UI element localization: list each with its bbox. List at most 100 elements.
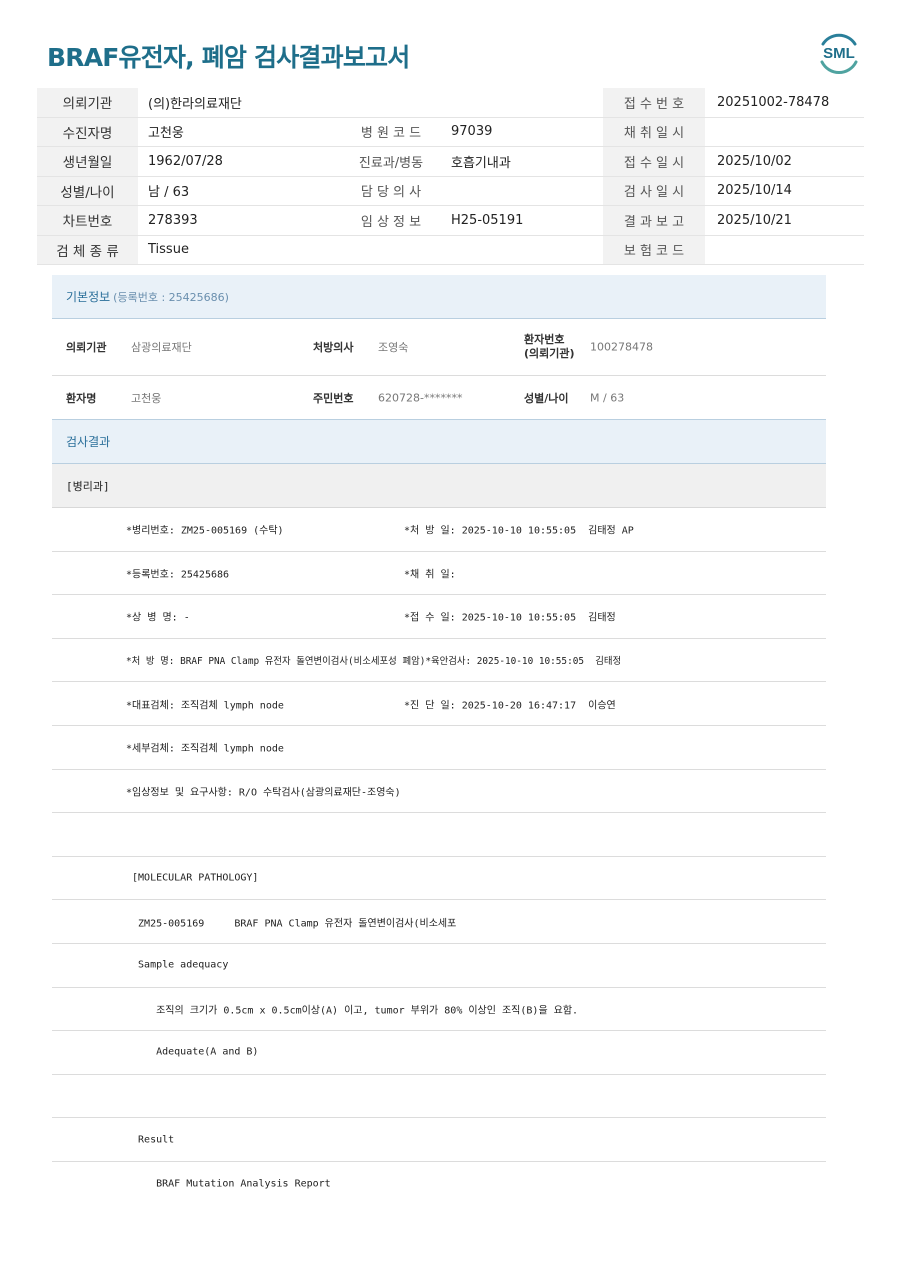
result-text: *세부검체: 조직검체 lymph node xyxy=(126,743,284,755)
header-label: 채 취 일 시 xyxy=(603,117,705,146)
results-header: 검사결과 xyxy=(52,420,826,464)
result-text-right: *접 수 일: 2025-10-10 10:55:05 김태정 xyxy=(404,612,616,624)
header-value xyxy=(441,88,603,117)
institution-label: 의뢰기관 xyxy=(66,341,107,354)
header-row: 생년월일 1962/07/28 진료과/병동 호흡기내과 접 수 일 시 202… xyxy=(37,147,864,177)
header-label: 성별/나이 xyxy=(37,176,138,205)
header-value: 2025/10/21 xyxy=(717,212,792,228)
sml-logo-mark: SML xyxy=(820,33,858,75)
result-text: *병리번호: ZM25-005169 (수탁) xyxy=(126,525,284,537)
header-row: 수진자명 고천웅 병 원 코 드 97039 채 취 일 시 xyxy=(37,117,864,147)
result-line: BRAF Mutation Analysis Report xyxy=(52,1162,826,1206)
basic-info-heading: 기본정보 xyxy=(66,290,111,304)
basic-info-header: 기본정보 (등록번호 : 25425686) xyxy=(52,275,826,319)
result-line: *세부검체: 조직검체 lymph node xyxy=(52,726,826,770)
basic-info-row-1: 의뢰기관 삼광의료재단 처방의사 조영숙 환자번호 (의뢰기관) 1002784… xyxy=(52,319,826,376)
result-line: 조직의 크기가 0.5cm x 0.5cm이상(A) 이고, tumor 부위가… xyxy=(52,988,826,1032)
result-text: [MOLECULAR PATHOLOGY] xyxy=(126,872,259,884)
header-label: 담 당 의 사 xyxy=(360,185,422,201)
header-label: 검 체 종 류 xyxy=(37,235,138,264)
header-row: 성별/나이 남 / 63 담 당 의 사 검 사 일 시 2025/10/14 xyxy=(37,176,864,206)
header-value: Tissue xyxy=(148,242,189,258)
registration-number: (등록번호 : 25425686) xyxy=(113,290,229,304)
result-text: *처 방 명: BRAF PNA Clamp 유전자 돌연변이검사(비소세포성 … xyxy=(126,656,622,668)
header-label: 임 상 정 보 xyxy=(360,214,422,230)
result-text: *등록번호: 25425686 xyxy=(126,569,230,581)
institution-value: 삼광의료재단 xyxy=(131,341,192,354)
patient-number-value: 100278478 xyxy=(590,340,653,354)
result-text: *임상정보 및 요구사항: R/O 수탁검사(삼광의료재단-조영숙) xyxy=(126,787,401,799)
header-value: 1962/07/28 xyxy=(148,153,223,169)
result-text-right: *진 단 일: 2025-10-20 16:47:17 이승연 xyxy=(404,700,616,712)
department-label: [병리과] xyxy=(66,479,110,493)
header-value: H25-05191 xyxy=(451,212,524,228)
header-label xyxy=(341,88,441,117)
header-value: 278393 xyxy=(148,212,198,228)
svg-text:SML: SML xyxy=(823,45,855,62)
header-label: 생년월일 xyxy=(37,147,138,176)
result-line: Adequate(A and B) xyxy=(52,1031,826,1075)
sex-age-label: 성별/나이 xyxy=(524,391,569,405)
header-value: (의)한라의료재단 xyxy=(148,96,242,112)
result-text: BRAF Mutation Analysis Report xyxy=(126,1178,331,1190)
header-row: 검 체 종 류 Tissue 보 험 코 드 xyxy=(37,235,864,265)
result-text: *상 병 명: - xyxy=(126,612,190,624)
header-value xyxy=(441,177,603,206)
header-value: 호흡기내과 xyxy=(451,155,511,171)
result-line: *등록번호: 25425686 *채 취 일: xyxy=(52,552,826,596)
result-line: *처 방 명: BRAF PNA Clamp 유전자 돌연변이검사(비소세포성 … xyxy=(52,639,826,683)
header-value: 20251002-78478 xyxy=(717,94,830,110)
patient-name-label: 환자명 xyxy=(66,391,97,405)
header-label xyxy=(341,236,441,265)
header-value xyxy=(441,236,603,265)
results-heading: 검사결과 xyxy=(66,435,111,449)
result-line-empty xyxy=(52,1075,826,1119)
header-value: 고천웅 xyxy=(148,126,184,142)
header-label: 의뢰기관 xyxy=(37,88,138,117)
header-label: 접 수 번 호 xyxy=(603,88,705,117)
rrn-label: 주민번호 xyxy=(313,391,354,405)
result-line: Sample adequacy xyxy=(52,944,826,988)
header-label: 결 과 보 고 xyxy=(603,206,705,235)
patient-number-label-line1: 환자번호 xyxy=(524,333,565,346)
result-text: 조직의 크기가 0.5cm x 0.5cm이상(A) 이고, tumor 부위가… xyxy=(126,1005,579,1017)
result-line: *상 병 명: - *접 수 일: 2025-10-10 10:55:05 김태… xyxy=(52,595,826,639)
sex-age-value: M / 63 xyxy=(590,391,625,404)
header-label: 차트번호 xyxy=(37,206,138,235)
patient-name-value: 고천웅 xyxy=(131,391,162,405)
rrn-value: 620728-******* xyxy=(378,391,463,404)
patient-number-label-line2: (의뢰기관) xyxy=(524,347,575,360)
doctor-label: 처방의사 xyxy=(313,341,354,354)
doctor-value: 조영숙 xyxy=(378,341,409,354)
header-row: 차트번호 278393 임 상 정 보 H25-05191 결 과 보 고 20… xyxy=(37,206,864,236)
result-text: Result xyxy=(126,1134,175,1146)
result-line: *임상정보 및 요구사항: R/O 수탁검사(삼광의료재단-조영숙) xyxy=(52,770,826,814)
header-value: 2025/10/14 xyxy=(717,183,792,199)
header-value xyxy=(705,118,864,147)
header-label: 검 사 일 시 xyxy=(603,176,705,205)
header-value: 97039 xyxy=(451,124,493,140)
report-title: BRAF유전자, 폐암 검사결과보고서 xyxy=(47,43,410,72)
header-row: 의뢰기관 (의)한라의료재단 접 수 번 호 20251002-78478 xyxy=(37,88,864,118)
header-label: 병 원 코 드 xyxy=(360,126,422,142)
header-value xyxy=(705,236,864,265)
result-text-right: *처 방 일: 2025-10-10 10:55:05 김태정 AP xyxy=(404,525,634,537)
result-line: Result xyxy=(52,1118,826,1162)
header-label: 수진자명 xyxy=(37,117,138,146)
header-value: 2025/10/02 xyxy=(717,153,792,169)
header-value: 남 / 63 xyxy=(148,185,190,201)
patient-number-label: 환자번호 (의뢰기관) xyxy=(524,333,575,361)
result-text: Adequate(A and B) xyxy=(126,1046,259,1058)
basic-info-row-2: 환자명 고천웅 주민번호 620728-******* 성별/나이 M / 63 xyxy=(52,376,826,420)
result-text: ZM25-005169 BRAF PNA Clamp 유전자 돌연변이검사(비소… xyxy=(126,918,457,930)
header-label: 보 험 코 드 xyxy=(603,235,705,264)
header-label: 진료과/병동 xyxy=(358,155,424,171)
header-info-table: 의뢰기관 (의)한라의료재단 접 수 번 호 20251002-78478 수진… xyxy=(37,88,864,265)
result-text: *대표검체: 조직검체 lymph node xyxy=(126,700,284,712)
result-line: *병리번호: ZM25-005169 (수탁) *처 방 일: 2025-10-… xyxy=(52,508,826,552)
result-text: Sample adequacy xyxy=(126,959,229,971)
result-line-empty xyxy=(52,813,826,857)
department-row: [병리과] xyxy=(52,464,826,508)
result-line: ZM25-005169 BRAF PNA Clamp 유전자 돌연변이검사(비소… xyxy=(52,900,826,944)
result-text-right: *채 취 일: xyxy=(404,569,456,581)
